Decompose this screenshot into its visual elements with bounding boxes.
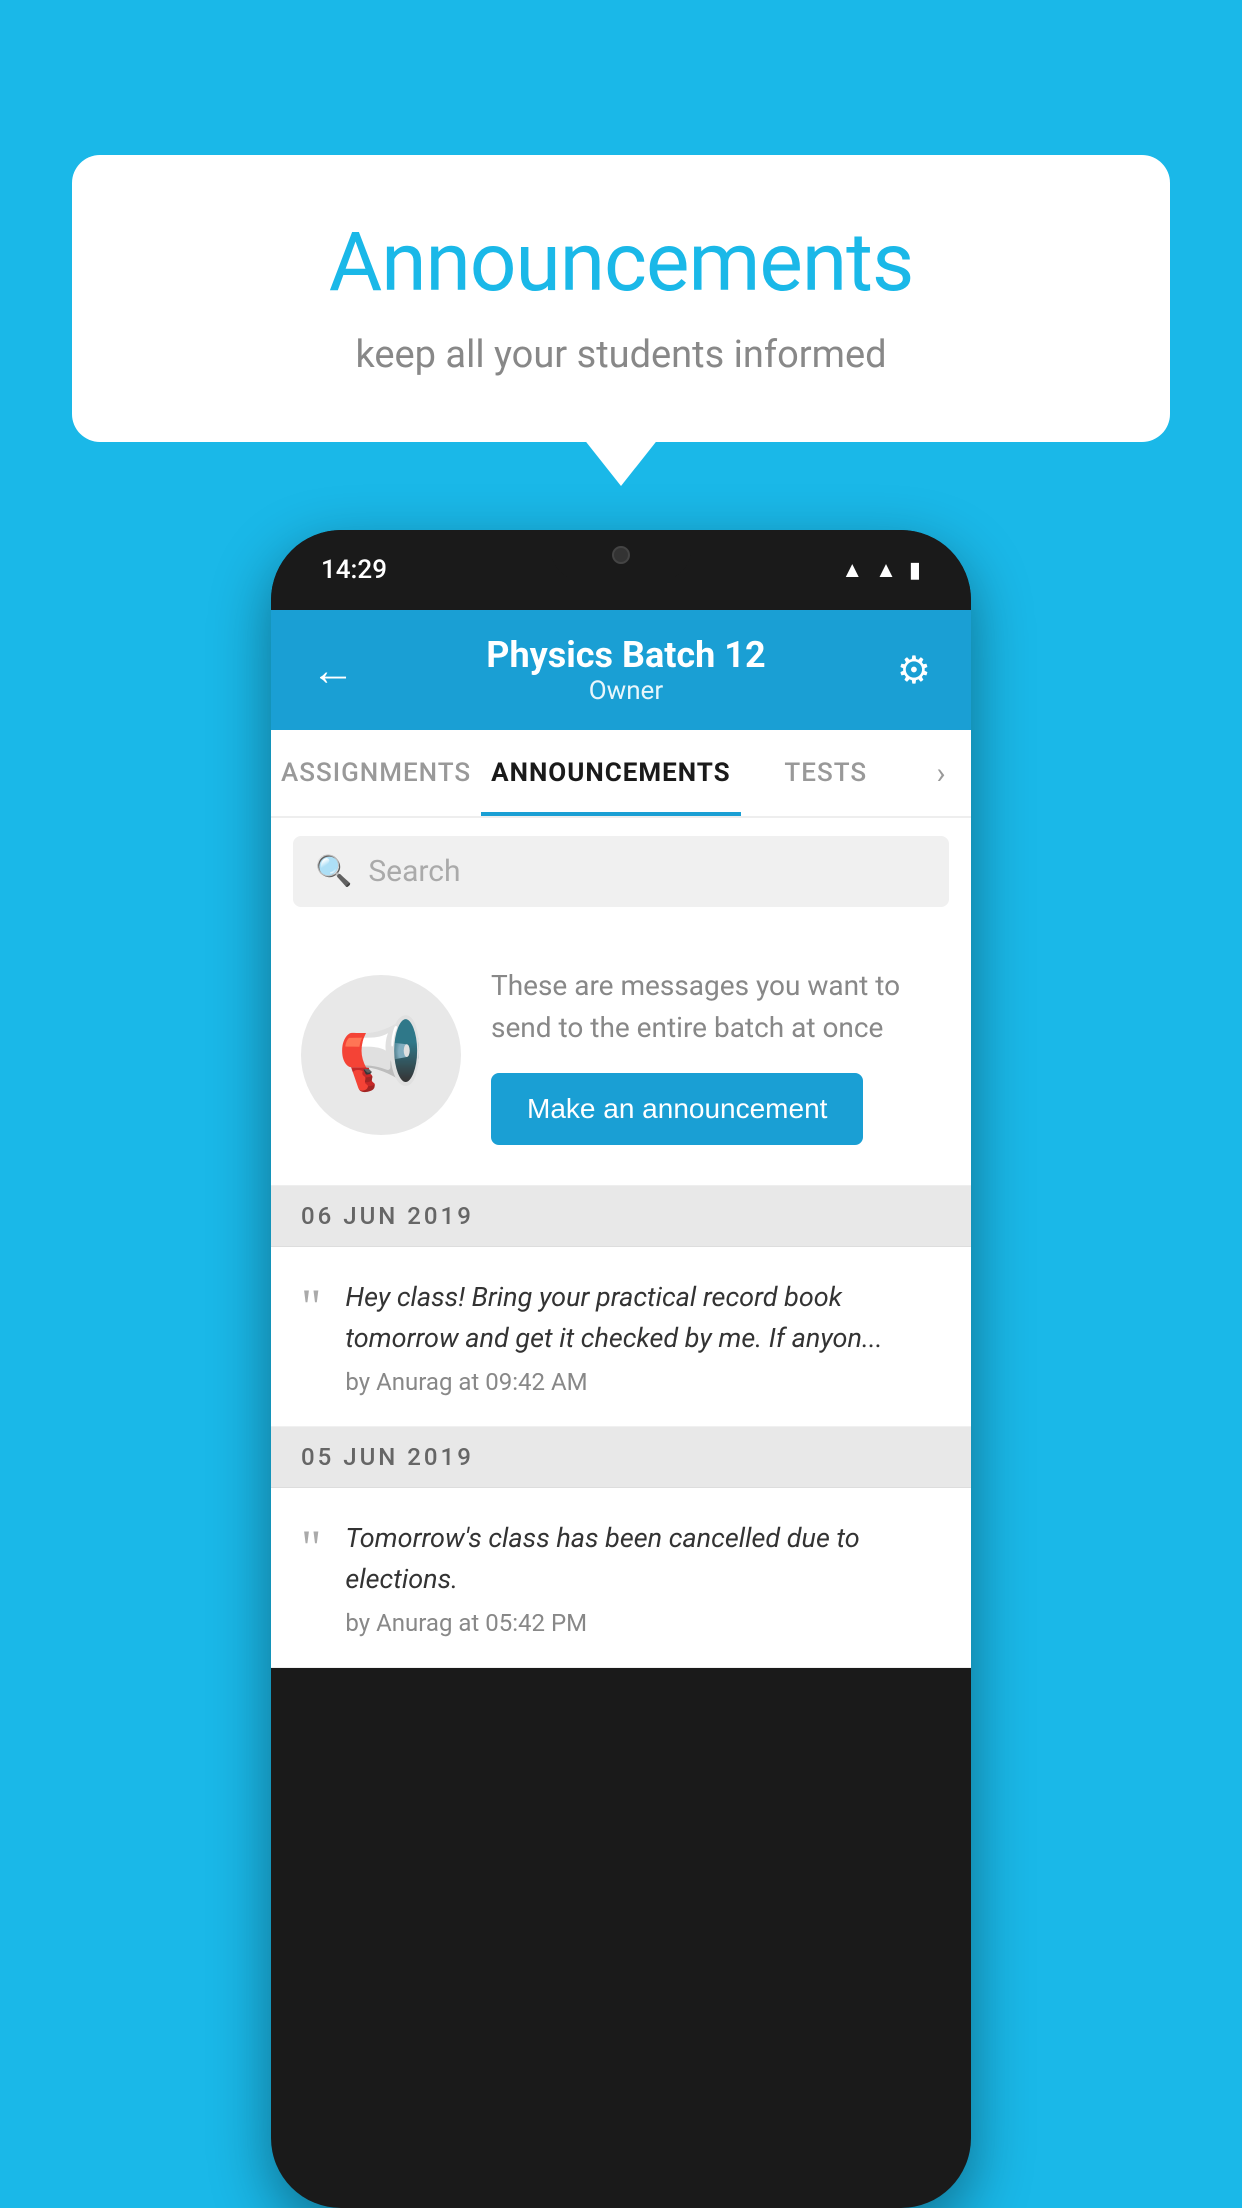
announcement-text-1: Hey class! Bring your practical record b…	[345, 1277, 941, 1358]
announcement-meta-1: by Anurag at 09:42 AM	[345, 1368, 941, 1396]
megaphone-icon: 📢	[337, 1014, 424, 1096]
search-icon: 🔍	[315, 854, 352, 889]
speech-bubble-subtitle: keep all your students informed	[152, 333, 1090, 377]
front-camera	[612, 546, 630, 564]
promo-card: 📢 These are messages you want to send to…	[271, 925, 971, 1186]
app-bar: ← Physics Batch 12 Owner ⚙	[271, 610, 971, 730]
quote-icon-1: "	[301, 1281, 321, 1331]
tab-assignments[interactable]: ASSIGNMENTS	[271, 730, 481, 816]
quote-icon-2: "	[301, 1522, 321, 1572]
screen-content: 🔍 Search 📢 These are messages you want t…	[271, 818, 971, 1668]
date-separator-2: 05 JUN 2019	[271, 1427, 971, 1488]
battery-icon: ▮	[909, 558, 921, 583]
tab-announcements[interactable]: ANNOUNCEMENTS	[481, 730, 740, 816]
announcement-content-2: Tomorrow's class has been cancelled due …	[345, 1518, 941, 1637]
speech-bubble-title: Announcements	[152, 215, 1090, 311]
announcement-item-1[interactable]: " Hey class! Bring your practical record…	[271, 1247, 971, 1427]
search-placeholder: Search	[368, 854, 460, 889]
wifi-icon: ▲	[841, 557, 863, 583]
signal-icon: ▲	[875, 557, 897, 583]
promo-content: These are messages you want to send to t…	[491, 965, 941, 1145]
phone-frame: 14:29 ▲ ▲ ▮ ← Physics Batch 12 Owner ⚙ A…	[271, 530, 971, 2208]
tab-tests[interactable]: TESTS	[741, 730, 911, 816]
back-button[interactable]: ←	[301, 634, 365, 706]
announcement-content-1: Hey class! Bring your practical record b…	[345, 1277, 941, 1396]
search-input-wrapper[interactable]: 🔍 Search	[293, 836, 949, 907]
app-bar-title-area: Physics Batch 12 Owner	[365, 634, 887, 706]
make-announcement-button[interactable]: Make an announcement	[491, 1073, 863, 1145]
search-bar-container: 🔍 Search	[271, 818, 971, 925]
notch	[551, 530, 691, 580]
status-icons: ▲ ▲ ▮	[841, 557, 921, 583]
phone-wrapper: 14:29 ▲ ▲ ▮ ← Physics Batch 12 Owner ⚙ A…	[72, 530, 1170, 2208]
promo-description: These are messages you want to send to t…	[491, 965, 941, 1049]
announcement-meta-2: by Anurag at 05:42 PM	[345, 1609, 941, 1637]
announcement-item-2[interactable]: " Tomorrow's class has been cancelled du…	[271, 1488, 971, 1668]
tabs-bar: ASSIGNMENTS ANNOUNCEMENTS TESTS ›	[271, 730, 971, 818]
app-bar-subtitle: Owner	[365, 676, 887, 706]
settings-button[interactable]: ⚙	[887, 638, 941, 703]
speech-bubble-section: Announcements keep all your students inf…	[72, 155, 1170, 442]
app-bar-title: Physics Batch 12	[365, 634, 887, 676]
speech-bubble: Announcements keep all your students inf…	[72, 155, 1170, 442]
date-separator-1: 06 JUN 2019	[271, 1186, 971, 1247]
status-bar: 14:29 ▲ ▲ ▮	[271, 530, 971, 610]
announcement-text-2: Tomorrow's class has been cancelled due …	[345, 1518, 941, 1599]
status-time: 14:29	[321, 555, 387, 585]
tabs-more-button[interactable]: ›	[911, 730, 971, 816]
promo-icon-circle: 📢	[301, 975, 461, 1135]
